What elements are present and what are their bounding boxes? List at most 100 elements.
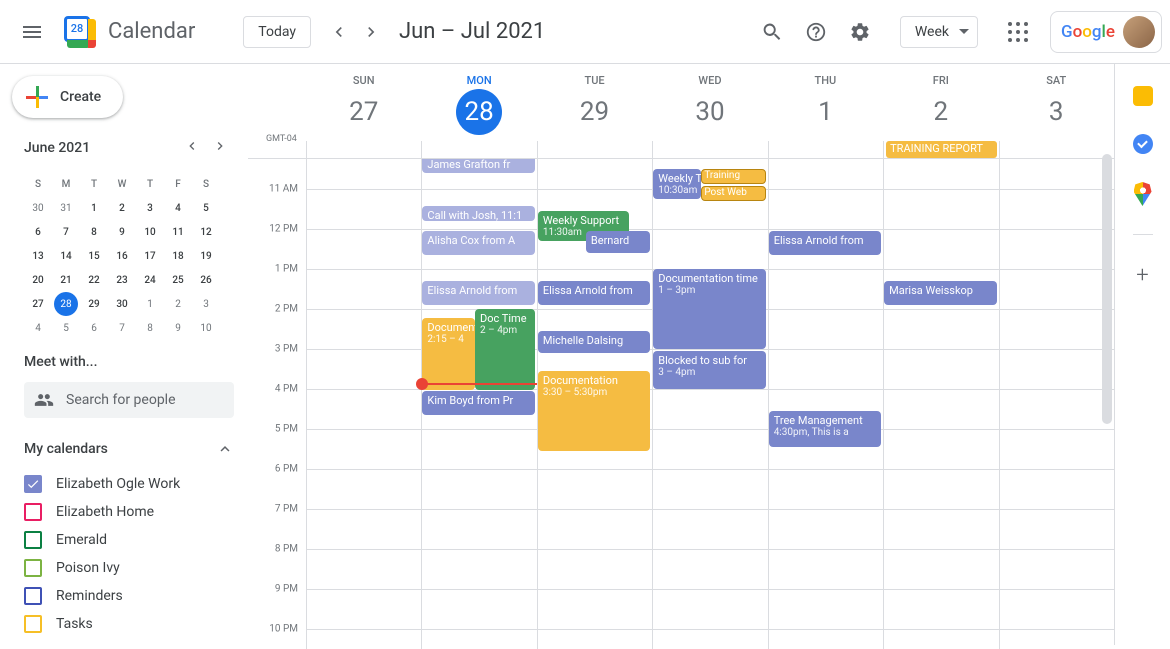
col-thu[interactable]: Elissa Arnold from Tree Management4:30pm…: [768, 159, 883, 649]
event[interactable]: Documentation3:30 – 5:30pm: [538, 371, 650, 451]
event[interactable]: Kim Boyd from Pr: [422, 391, 534, 415]
event[interactable]: Blocked to sub for3 – 4pm: [653, 351, 765, 389]
event[interactable]: Training: [701, 169, 765, 184]
mini-cal-day[interactable]: 10: [136, 220, 164, 244]
mini-cal-day[interactable]: 30: [24, 196, 52, 220]
calendar-checkbox[interactable]: [24, 531, 42, 549]
mini-cal-day[interactable]: 8: [136, 316, 164, 340]
mini-cal-day[interactable]: 1: [80, 196, 108, 220]
mini-cal-day[interactable]: 2: [164, 292, 192, 316]
main-menu-icon[interactable]: [8, 8, 56, 56]
maps-icon[interactable]: [1134, 182, 1152, 206]
create-button[interactable]: Create: [12, 76, 123, 118]
mini-cal-day[interactable]: 21: [52, 268, 80, 292]
event[interactable]: Elissa Arnold from: [769, 231, 881, 255]
mini-cal-day[interactable]: 27: [24, 292, 52, 316]
mini-cal-day[interactable]: 13: [24, 244, 52, 268]
mini-cal-day[interactable]: 18: [164, 244, 192, 268]
mini-cal-day[interactable]: 4: [24, 316, 52, 340]
day-header[interactable]: WED30: [652, 64, 767, 141]
mini-cal-day[interactable]: 4: [164, 196, 192, 220]
mini-cal-day[interactable]: 25: [164, 268, 192, 292]
view-selector[interactable]: Week: [900, 16, 978, 48]
mini-cal-day[interactable]: 10: [192, 316, 220, 340]
mini-cal-day[interactable]: 29: [80, 292, 108, 316]
calendar-item[interactable]: Emerald: [24, 526, 234, 554]
mini-cal-day[interactable]: 3: [192, 292, 220, 316]
calendar-item[interactable]: Poison Ivy: [24, 554, 234, 582]
calendar-checkbox[interactable]: [24, 615, 42, 633]
mini-cal-day[interactable]: 7: [52, 220, 80, 244]
help-icon[interactable]: [796, 12, 836, 52]
mini-cal-day[interactable]: 22: [80, 268, 108, 292]
event[interactable]: Tree Management4:30pm, This is a: [769, 411, 881, 447]
time-grid[interactable]: 11 AM12 PM1 PM2 PM3 PM4 PM5 PM6 PM7 PM8 …: [248, 159, 1114, 649]
col-fri[interactable]: Marisa Weisskop: [883, 159, 998, 649]
mini-cal-prev[interactable]: [180, 134, 204, 162]
event[interactable]: Michelle Dalsing: [538, 331, 650, 353]
col-tue[interactable]: Weekly Support11:30am Bernard Elissa Arn…: [537, 159, 652, 649]
event[interactable]: Doc Time2 – 4pm: [475, 309, 535, 390]
mini-cal-day[interactable]: 6: [80, 316, 108, 340]
mini-cal-day[interactable]: 17: [136, 244, 164, 268]
event[interactable]: Weekly T10:30am: [653, 169, 701, 199]
next-week-button[interactable]: [355, 16, 387, 48]
mini-cal-day[interactable]: 8: [80, 220, 108, 244]
calendar-checkbox[interactable]: [24, 475, 42, 493]
add-addon-button[interactable]: +: [1136, 263, 1148, 288]
mini-cal-day[interactable]: 1: [136, 292, 164, 316]
col-wed[interactable]: Weekly T10:30am Training Post Web Docume…: [652, 159, 767, 649]
mini-cal-day[interactable]: 2: [108, 196, 136, 220]
calendar-item[interactable]: Elizabeth Ogle Work: [24, 470, 234, 498]
mini-cal-day[interactable]: 5: [192, 196, 220, 220]
event[interactable]: Documentation2:15 – 4: [422, 318, 475, 390]
mini-cal-day[interactable]: 28: [54, 292, 78, 316]
day-header[interactable]: SAT3: [999, 64, 1114, 141]
mini-cal-day[interactable]: 30: [108, 292, 136, 316]
mini-cal-day[interactable]: 20: [24, 268, 52, 292]
mini-cal-day[interactable]: 26: [192, 268, 220, 292]
prev-week-button[interactable]: [323, 16, 355, 48]
mini-cal-day[interactable]: 16: [108, 244, 136, 268]
mini-cal-day[interactable]: 19: [192, 244, 220, 268]
today-button[interactable]: Today: [243, 16, 311, 48]
mini-cal-day[interactable]: 14: [52, 244, 80, 268]
mini-cal-day[interactable]: 6: [24, 220, 52, 244]
mini-cal-day[interactable]: 7: [108, 316, 136, 340]
my-calendars-toggle[interactable]: My calendars: [24, 440, 234, 458]
calendar-item[interactable]: Reminders: [24, 582, 234, 610]
calendar-checkbox[interactable]: [24, 559, 42, 577]
event[interactable]: Elissa Arnold from: [422, 281, 534, 305]
mini-cal-day[interactable]: 9: [164, 316, 192, 340]
day-header[interactable]: FRI2: [883, 64, 998, 141]
day-header[interactable]: THU1: [768, 64, 883, 141]
day-header[interactable]: SUN27: [306, 64, 421, 141]
mini-cal-next[interactable]: [208, 134, 232, 162]
calendar-checkbox[interactable]: [24, 503, 42, 521]
calendar-item[interactable]: Elizabeth Home: [24, 498, 234, 526]
keep-icon[interactable]: [1133, 86, 1153, 106]
event[interactable]: Post Web: [701, 186, 765, 201]
scrollbar[interactable]: [1102, 154, 1112, 424]
event[interactable]: Alisha Cox from A: [422, 231, 534, 255]
google-apps-icon[interactable]: [998, 12, 1038, 52]
search-icon[interactable]: [752, 12, 792, 52]
event[interactable]: Elissa Arnold from: [538, 281, 650, 305]
mini-cal-day[interactable]: 31: [52, 196, 80, 220]
mini-cal-day[interactable]: 24: [136, 268, 164, 292]
day-header[interactable]: MON28: [421, 64, 536, 141]
event[interactable]: Bernard: [586, 231, 650, 253]
mini-cal-day[interactable]: 15: [80, 244, 108, 268]
mini-cal-day[interactable]: 5: [52, 316, 80, 340]
calendar-item[interactable]: Tasks: [24, 610, 234, 638]
event[interactable]: Marisa Weisskop: [884, 281, 996, 305]
day-header[interactable]: TUE29: [537, 64, 652, 141]
col-sat[interactable]: [999, 159, 1114, 649]
event[interactable]: Call with Josh, 11:1: [422, 206, 534, 221]
mini-cal-day[interactable]: 23: [108, 268, 136, 292]
mini-cal-day[interactable]: 9: [108, 220, 136, 244]
event[interactable]: James Grafton fr: [422, 159, 534, 173]
col-mon[interactable]: James Grafton fr Call with Josh, 11:1 Al…: [421, 159, 536, 649]
mini-cal-day[interactable]: 3: [136, 196, 164, 220]
mini-cal-day[interactable]: 11: [164, 220, 192, 244]
